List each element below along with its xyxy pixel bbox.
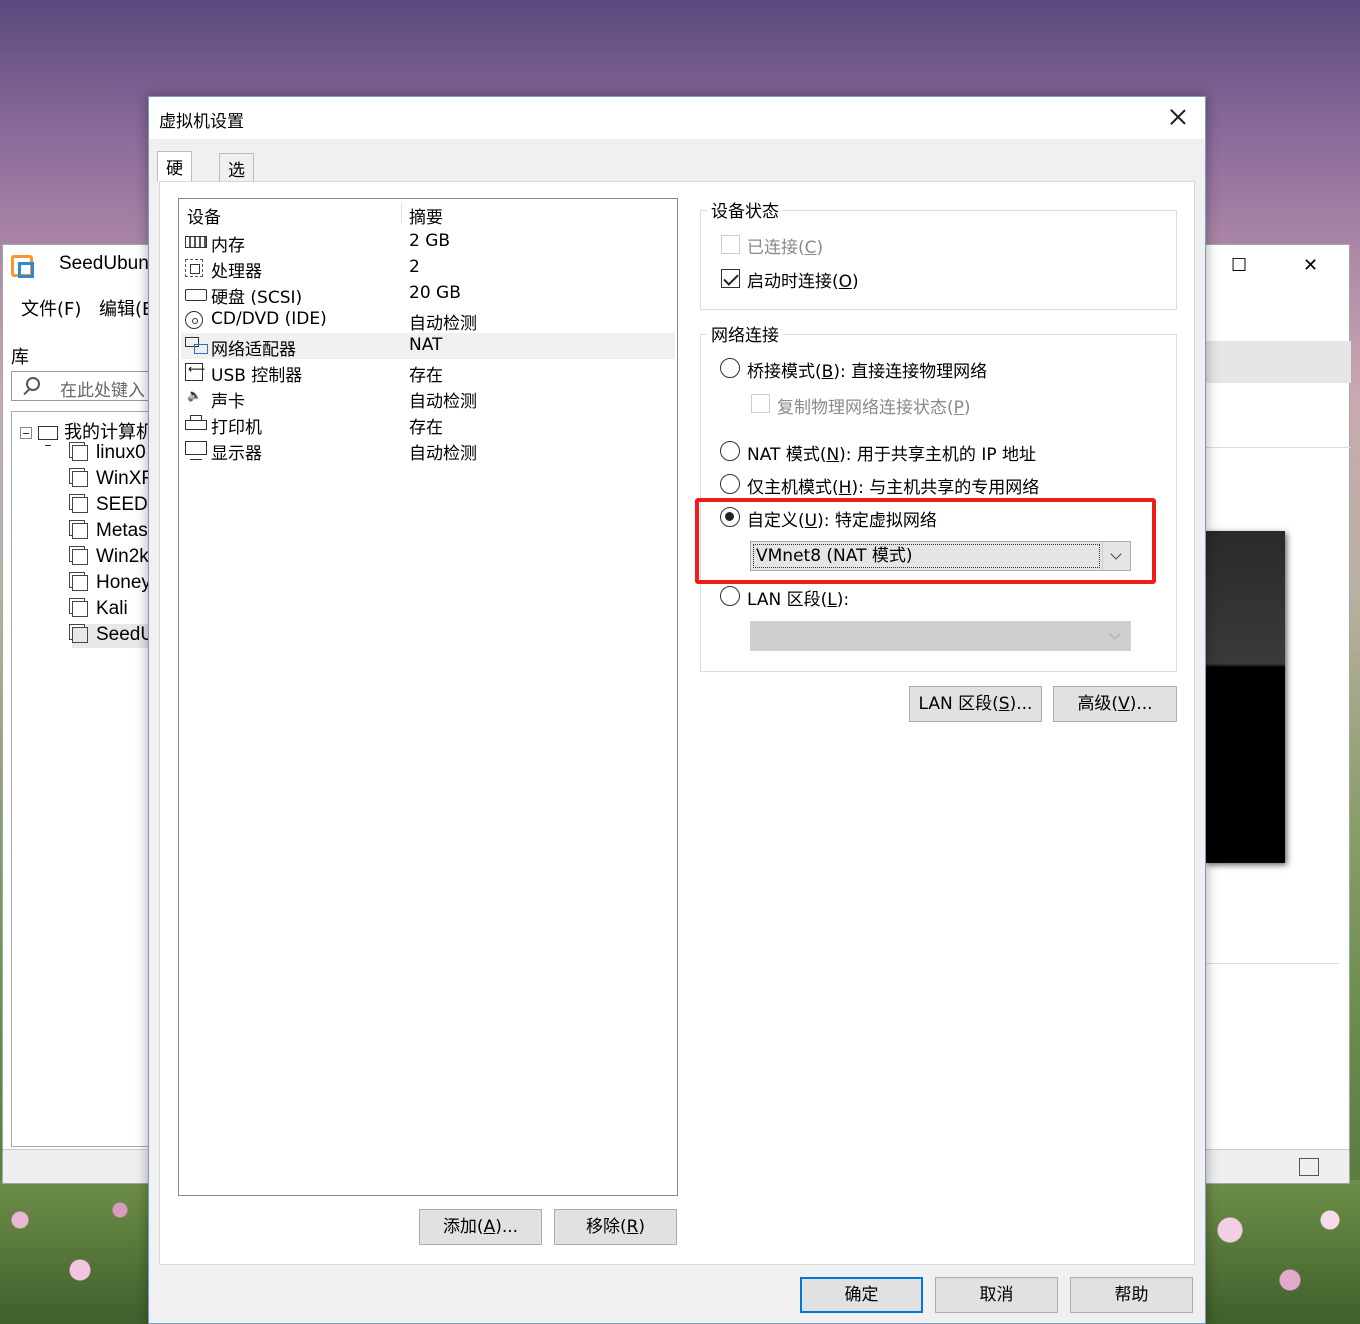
lan-segments-button[interactable]: LAN 区段(S)...	[909, 686, 1042, 722]
tree-item-vm[interactable]: Metas	[72, 520, 148, 544]
add-button[interactable]: 添加(A)...	[419, 1209, 542, 1245]
remove-button[interactable]: 移除(R)	[554, 1209, 677, 1245]
device-row-usb-controller[interactable]: USB 控制器存在	[181, 359, 675, 386]
search-placeholder: 在此处键入	[60, 381, 145, 401]
vm-icon	[72, 600, 88, 617]
computer-icon	[38, 426, 58, 446]
divider	[1205, 963, 1339, 964]
lan-segment-select[interactable]	[750, 621, 1131, 651]
device-row-printer[interactable]: 打印机 存在	[181, 411, 675, 438]
device-row-sound-card[interactable]: 声卡自动检测	[181, 385, 675, 412]
vm-icon	[72, 496, 88, 513]
column-device[interactable]: 设备	[187, 203, 221, 228]
device-row-cd-dvd[interactable]: CD/DVD (IDE) 自动检测	[181, 307, 675, 334]
device-status-title: 设备状态	[707, 197, 783, 222]
maximize-icon[interactable]: ☐	[1231, 255, 1247, 276]
host-only-label: 仅主机模式(H): 与主机共享的专用网络	[747, 478, 1040, 498]
library-tree: 我的计算机 linux0 WinXF SEEDU Metas Win2k Hon…	[11, 411, 161, 1147]
menu-edit[interactable]: 编辑(E	[99, 295, 153, 321]
host-only-radio[interactable]	[720, 474, 740, 494]
tab-options[interactable]: 选项	[219, 153, 254, 206]
network-connection-title: 网络连接	[707, 321, 783, 346]
library-label: 库	[11, 347, 29, 368]
device-status-group: 设备状态 已连接(C) 启动时连接(O)	[700, 197, 1177, 310]
tab-hardware[interactable]: 硬件	[157, 151, 192, 204]
tree-root-my-computer[interactable]: 我的计算机	[20, 418, 154, 446]
network-adapter-icon	[185, 337, 208, 354]
lan-segment-label: LAN 区段(L):	[747, 590, 850, 610]
connect-at-power-on-checkbox[interactable]	[721, 269, 740, 288]
divider	[1205, 447, 1351, 448]
hard-disk-icon	[185, 289, 207, 301]
device-row-network-adapter[interactable]: 网络适配器 NAT	[181, 333, 675, 360]
connected-label: 已连接(C)	[747, 238, 824, 258]
cd-dvd-icon	[185, 311, 203, 329]
advanced-button[interactable]: 高级(V)...	[1053, 686, 1177, 722]
vm-icon	[72, 470, 88, 487]
dialog-titlebar: 虚拟机设置	[149, 97, 1205, 139]
ok-button[interactable]: 确定	[800, 1277, 923, 1313]
vm-settings-dialog: 虚拟机设置 硬件 选项 设备 摘要 内存2 GB 处理器2 硬盘 (SCSI)2…	[148, 96, 1206, 1324]
library-search-input[interactable]: 在此处键入	[11, 371, 161, 401]
tree-item-vm[interactable]: Win2k	[72, 546, 149, 570]
vm-preview-thumbnail[interactable]	[1205, 531, 1285, 863]
main-window-title: SeedUbun	[59, 253, 149, 274]
column-summary[interactable]: 摘要	[409, 203, 443, 228]
vm-icon	[72, 626, 88, 643]
device-row-processor[interactable]: 处理器 2	[181, 255, 675, 282]
nat-radio[interactable]	[720, 441, 740, 461]
vm-icon	[72, 548, 88, 565]
tree-item-vm[interactable]: linux0	[72, 442, 146, 466]
bridged-label: 桥接模式(B): 直接连接物理网络	[747, 362, 988, 382]
bridged-radio[interactable]	[720, 358, 740, 378]
red-highlight-annotation	[695, 498, 1156, 584]
vmware-logo-icon	[11, 255, 34, 278]
cancel-button[interactable]: 取消	[935, 1277, 1058, 1313]
connected-checkbox[interactable]	[721, 235, 740, 254]
vm-icon	[72, 522, 88, 539]
bg-tab-strip	[1205, 341, 1351, 383]
tree-item-vm[interactable]: Honey	[72, 572, 151, 596]
help-button[interactable]: 帮助	[1070, 1277, 1193, 1313]
vm-icon	[72, 444, 88, 461]
nat-label: NAT 模式(N): 用于共享主机的 IP 地址	[747, 445, 1037, 465]
printer-icon	[185, 415, 207, 430]
replicate-state-checkbox[interactable]	[751, 394, 770, 413]
device-row-hard-disk[interactable]: 硬盘 (SCSI) 20 GB	[181, 281, 675, 308]
close-icon[interactable]	[1161, 105, 1195, 131]
search-icon	[26, 377, 40, 391]
tree-item-vm[interactable]: WinXF	[72, 468, 153, 492]
device-row-memory[interactable]: 内存 2 GB	[181, 229, 675, 256]
device-list[interactable]: 设备 摘要 内存 2 GB 处理器 2 硬盘 (SCSI) 20 GB CD/DVD …	[178, 198, 678, 1196]
lan-segment-radio[interactable]	[720, 586, 740, 606]
usb-controller-icon	[185, 362, 205, 381]
tree-item-vm[interactable]: Kali	[72, 598, 128, 622]
collapse-icon[interactable]	[20, 427, 32, 439]
hardware-tab-page: 设备 摘要 内存 2 GB 处理器 2 硬盘 (SCSI) 20 GB CD/DVD …	[159, 181, 1195, 1265]
replicate-state-label: 复制物理网络连接状态(P)	[777, 398, 971, 418]
device-list-header: 设备 摘要	[179, 199, 677, 228]
close-icon[interactable]: ✕	[1303, 255, 1318, 276]
sound-card-icon	[185, 389, 207, 407]
memory-icon	[185, 236, 207, 248]
chevron-down-icon[interactable]	[1102, 622, 1130, 650]
tree-item-vm-selected[interactable]: SeedU	[72, 624, 155, 648]
menu-file[interactable]: 文件(F)	[21, 295, 81, 321]
processor-icon	[185, 259, 203, 277]
display-icon	[185, 441, 207, 460]
connect-at-power-on-label: 启动时连接(O)	[747, 272, 859, 292]
device-row-display[interactable]: 显示器 自动检测	[181, 437, 675, 464]
column-separator	[401, 203, 402, 223]
dialog-title: 虚拟机设置	[159, 112, 244, 132]
note-icon[interactable]	[1299, 1158, 1319, 1176]
vm-icon	[72, 574, 88, 591]
